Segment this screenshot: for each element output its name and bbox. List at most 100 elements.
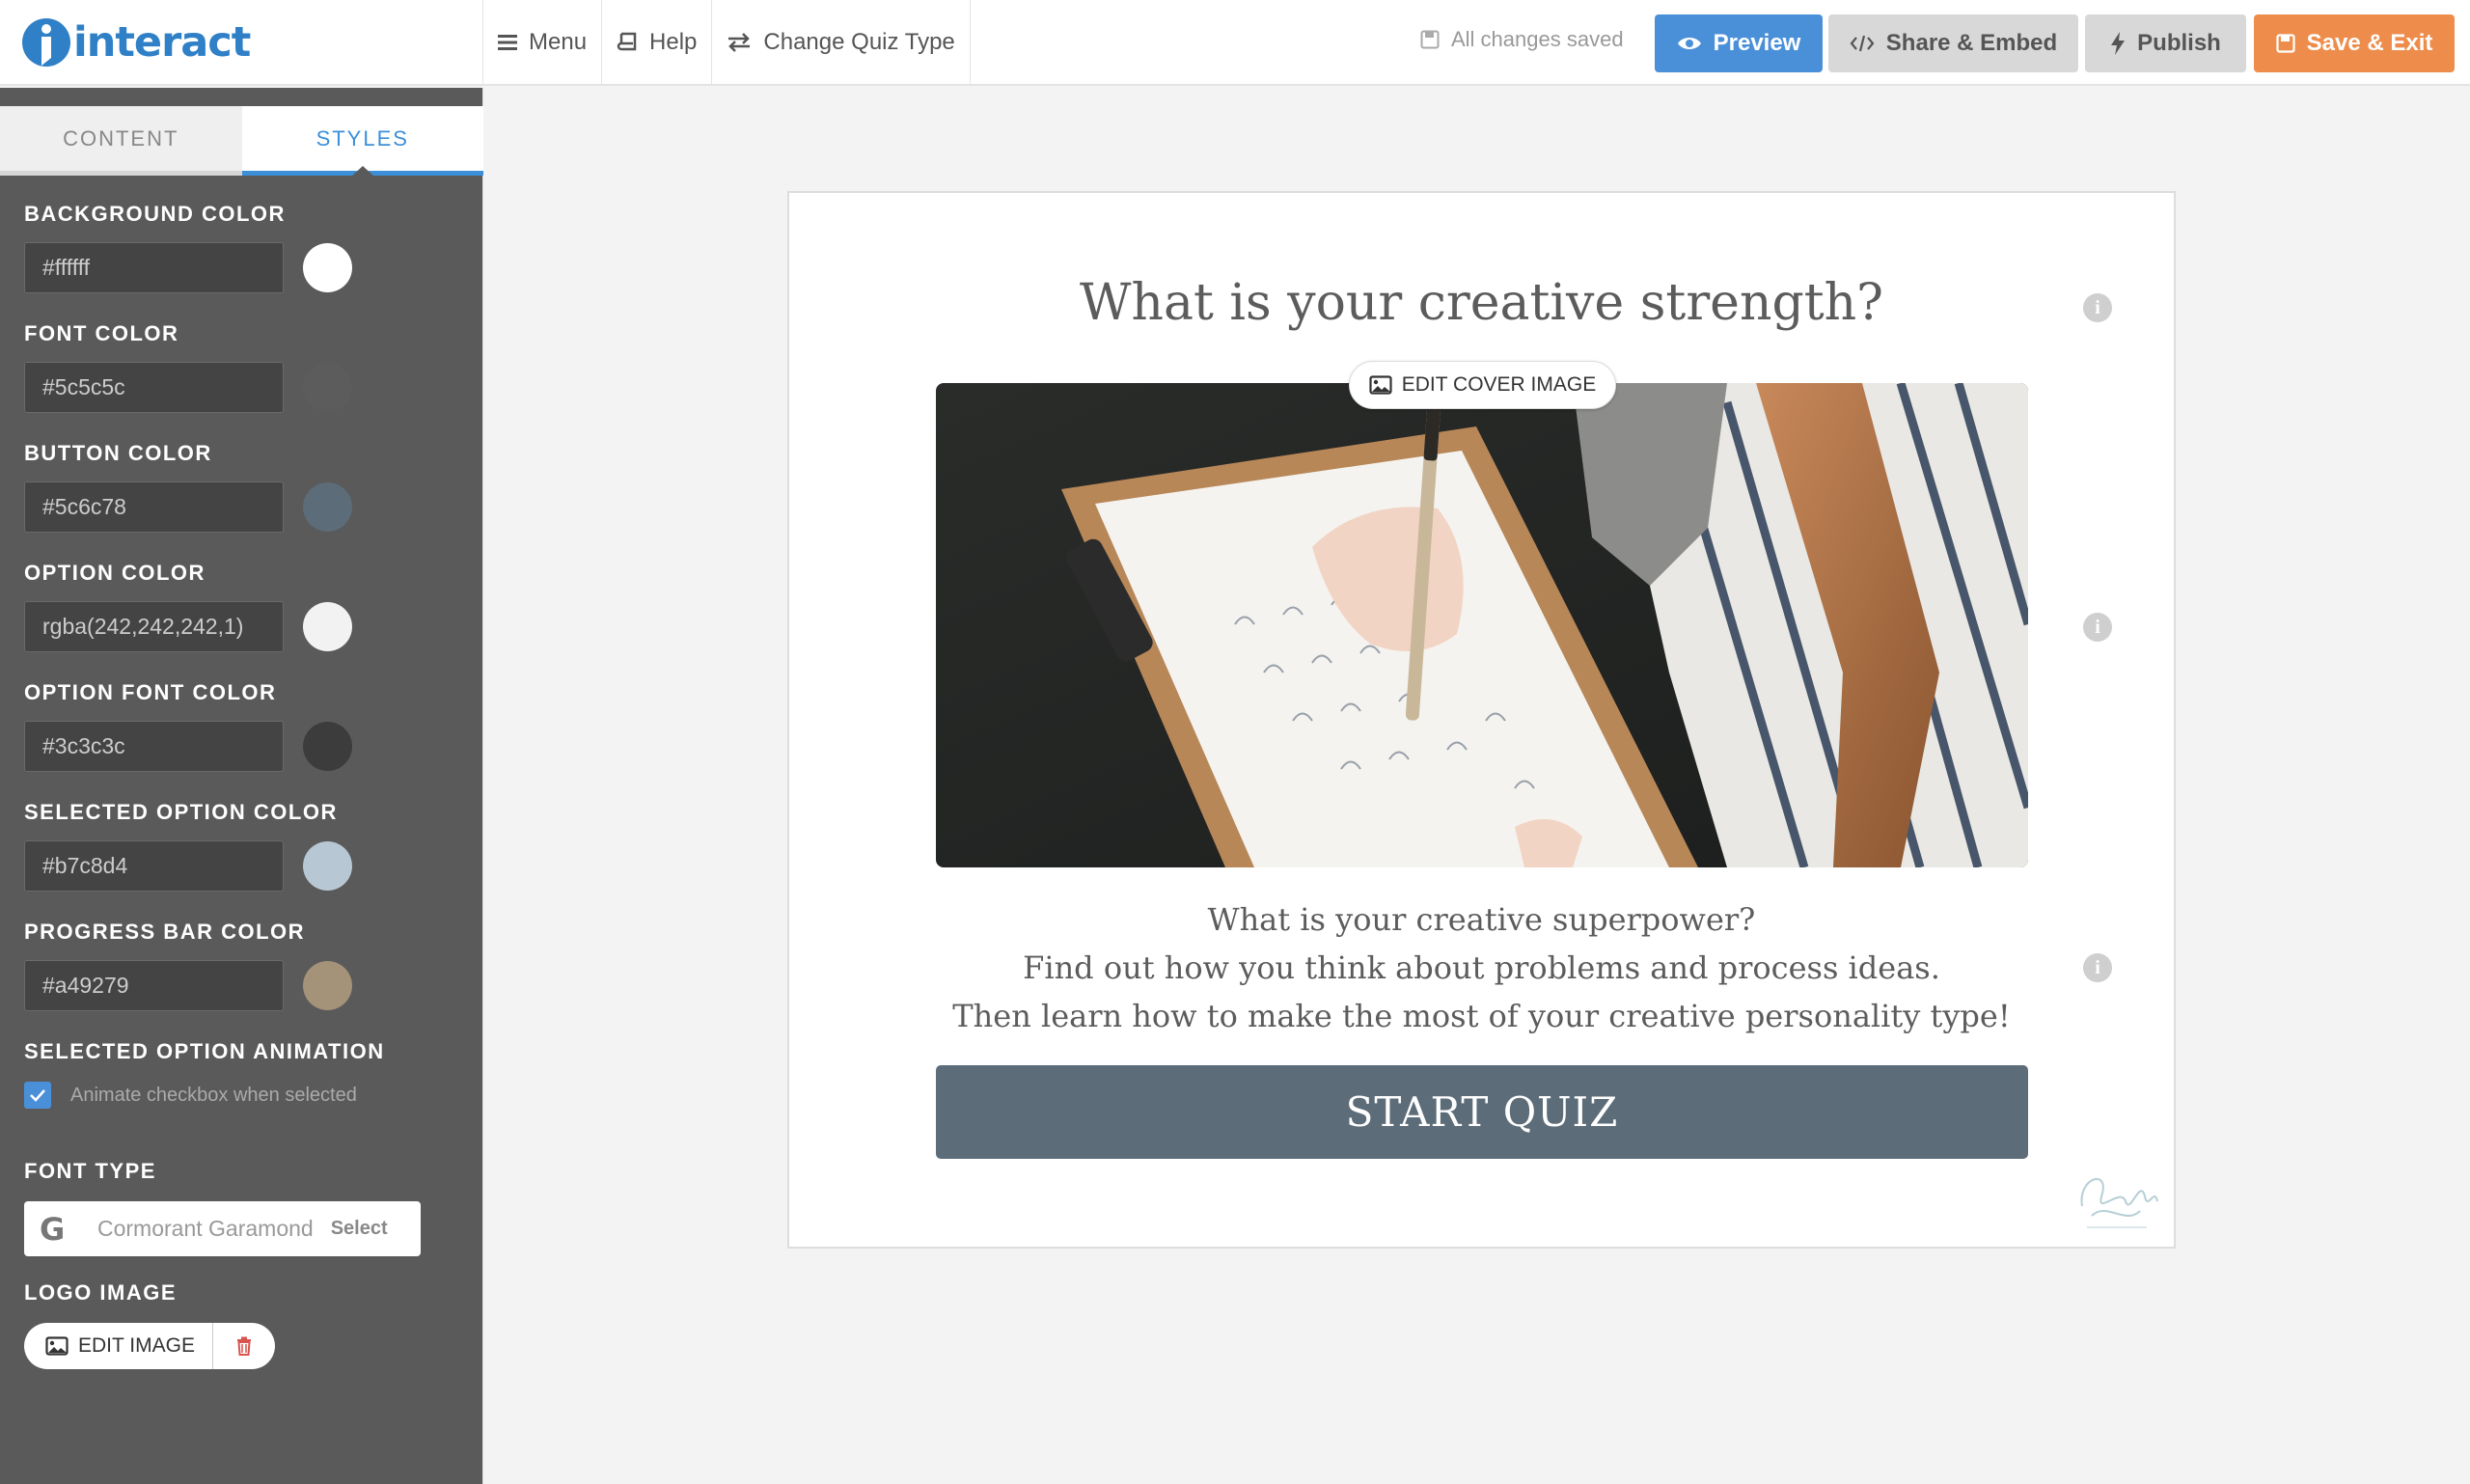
button-color-label: BUTTON COLOR	[24, 441, 212, 465]
trash-icon	[237, 1336, 251, 1356]
description-line-3: Then learn how to make the most of your …	[952, 998, 2011, 1034]
background-color-swatch[interactable]	[303, 243, 352, 292]
book-icon	[617, 32, 638, 53]
background-color-label: BACKGROUND COLOR	[24, 202, 286, 226]
font-color-swatch[interactable]	[303, 363, 352, 412]
animate-checkbox[interactable]	[24, 1082, 51, 1109]
progress-bar-color-input[interactable]: #a49279	[24, 960, 284, 1011]
description-info-icon[interactable]: i	[2083, 953, 2112, 982]
title-info-icon[interactable]: i	[2083, 293, 2112, 322]
background-color-row: #ffffff	[24, 242, 468, 293]
option-font-color-swatch[interactable]	[303, 722, 352, 771]
save-exit-button[interactable]: Save & Exit	[2254, 14, 2455, 72]
button-color-swatch[interactable]	[303, 482, 352, 532]
option-color-swatch[interactable]	[303, 602, 352, 651]
eye-icon	[1677, 35, 1702, 52]
font-color-label: FONT COLOR	[24, 321, 179, 345]
description-line-1: What is your creative superpower?	[1207, 901, 1756, 938]
quiz-title[interactable]: What is your creative strength?	[789, 274, 2174, 332]
checkmark-icon	[30, 1089, 45, 1102]
save-status: All changes saved	[1420, 27, 1624, 52]
share-embed-label: Share & Embed	[1885, 30, 2058, 56]
publish-label: Publish	[2137, 30, 2221, 56]
edit-cover-image-label: EDIT COVER IMAGE	[1401, 373, 1597, 396]
font-color-field: FONT COLOR #5c5c5c	[24, 321, 468, 413]
change-quiz-type-button[interactable]: Change Quiz Type	[712, 0, 971, 85]
save-status-text: All changes saved	[1451, 27, 1624, 51]
font-type-value: Cormorant Garamond	[97, 1216, 314, 1241]
font-color-input[interactable]: #5c5c5c	[24, 362, 284, 413]
description-line-2: Find out how you think about problems an…	[1023, 949, 1940, 986]
selected-option-color-label: SELECTED OPTION COLOR	[24, 800, 338, 824]
button-color-input[interactable]: #5c6c78	[24, 481, 284, 533]
cover-photo-writing-illustration	[936, 383, 2028, 867]
menu-button[interactable]: Menu	[483, 0, 603, 85]
progress-bar-color-field: PROGRESS BAR COLOR #a49279	[24, 920, 468, 1011]
brand-signature-logo	[2072, 1158, 2161, 1237]
save-exit-label: Save & Exit	[2306, 30, 2433, 56]
option-font-color-row: #3c3c3c	[24, 721, 468, 772]
share-embed-button[interactable]: Share & Embed	[1828, 14, 2078, 72]
button-color-row: #5c6c78	[24, 481, 468, 533]
floppy-disk-icon	[2276, 34, 2295, 53]
option-font-color-input[interactable]: #3c3c3c	[24, 721, 284, 772]
image-icon	[45, 1336, 69, 1356]
preview-button[interactable]: Preview	[1655, 14, 1823, 72]
menu-label: Menu	[529, 29, 588, 55]
selected-option-color-row: #b7c8d4	[24, 840, 468, 892]
lightning-bolt-icon	[2110, 32, 2126, 55]
logo-text: interact	[73, 18, 251, 67]
option-color-label: OPTION COLOR	[24, 561, 206, 585]
swap-arrows-icon	[727, 33, 752, 52]
styles-sidebar: CONTENT STYLES BACKGROUND COLOR #ffffff …	[0, 88, 483, 1484]
logo-mark-icon	[21, 15, 71, 69]
top-nav: Menu Help Change Quiz Type	[482, 0, 971, 85]
selected-option-color-input[interactable]: #b7c8d4	[24, 840, 284, 892]
google-g-icon: G	[40, 1210, 66, 1248]
animate-checkbox-label: Animate checkbox when selected	[70, 1084, 357, 1106]
font-type-field: FONT TYPE G Cormorant Garamond Select	[24, 1159, 468, 1256]
selected-option-animation-label: SELECTED OPTION ANIMATION	[24, 1039, 385, 1063]
selected-option-animation-field: SELECTED OPTION ANIMATION Animate checkb…	[24, 1039, 468, 1109]
start-quiz-button[interactable]: START QUIZ	[936, 1065, 2028, 1159]
selected-option-color-swatch[interactable]	[303, 841, 352, 891]
cover-image-info-icon[interactable]: i	[2083, 613, 2112, 642]
publish-button[interactable]: Publish	[2085, 14, 2246, 72]
option-color-input[interactable]: rgba(242,242,242,1)	[24, 601, 284, 652]
help-button[interactable]: Help	[602, 0, 713, 85]
change-quiz-type-label: Change Quiz Type	[763, 29, 955, 55]
cover-image[interactable]	[936, 383, 2028, 867]
interact-logo[interactable]: interact	[21, 14, 251, 71]
background-color-input[interactable]: #ffffff	[24, 242, 284, 293]
code-icon	[1850, 34, 1875, 53]
logo-image-field: LOGO IMAGE EDIT IMAGE	[24, 1280, 468, 1369]
image-icon	[1369, 375, 1392, 395]
button-color-field: BUTTON COLOR #5c6c78	[24, 441, 468, 533]
logo-image-buttons: EDIT IMAGE	[24, 1323, 468, 1369]
option-color-row: rgba(242,242,242,1)	[24, 601, 468, 652]
tab-styles[interactable]: STYLES	[241, 106, 483, 176]
selected-option-color-field: SELECTED OPTION COLOR #b7c8d4	[24, 800, 468, 892]
progress-bar-color-swatch[interactable]	[303, 961, 352, 1010]
quiz-description[interactable]: What is your creative superpower? Find o…	[789, 895, 2174, 1040]
font-select-label: Select	[330, 1218, 388, 1239]
option-color-field: OPTION COLOR rgba(242,242,242,1)	[24, 561, 468, 652]
edit-logo-image-label: EDIT IMAGE	[78, 1334, 195, 1357]
floppy-disk-icon	[1420, 30, 1440, 49]
font-type-select[interactable]: G Cormorant Garamond Select	[24, 1201, 421, 1256]
hamburger-icon	[498, 34, 517, 51]
edit-logo-image-button[interactable]: EDIT IMAGE	[24, 1323, 213, 1369]
delete-logo-button[interactable]	[213, 1323, 275, 1369]
top-bar: interact Menu Help Change Quiz Type All …	[0, 0, 2470, 86]
option-font-color-label: OPTION FONT COLOR	[24, 680, 277, 704]
sidebar-tabs: CONTENT STYLES	[0, 106, 483, 176]
quiz-cover-card: What is your creative strength? i EDIT C…	[787, 191, 2176, 1249]
help-label: Help	[649, 29, 698, 55]
edit-cover-image-button[interactable]: EDIT COVER IMAGE	[1349, 361, 1616, 409]
font-color-row: #5c5c5c	[24, 362, 468, 413]
progress-bar-color-label: PROGRESS BAR COLOR	[24, 920, 306, 944]
preview-label: Preview	[1713, 30, 1801, 56]
animate-checkbox-row[interactable]: Animate checkbox when selected	[24, 1082, 468, 1109]
tab-content[interactable]: CONTENT	[0, 106, 242, 176]
progress-bar-color-row: #a49279	[24, 960, 468, 1011]
